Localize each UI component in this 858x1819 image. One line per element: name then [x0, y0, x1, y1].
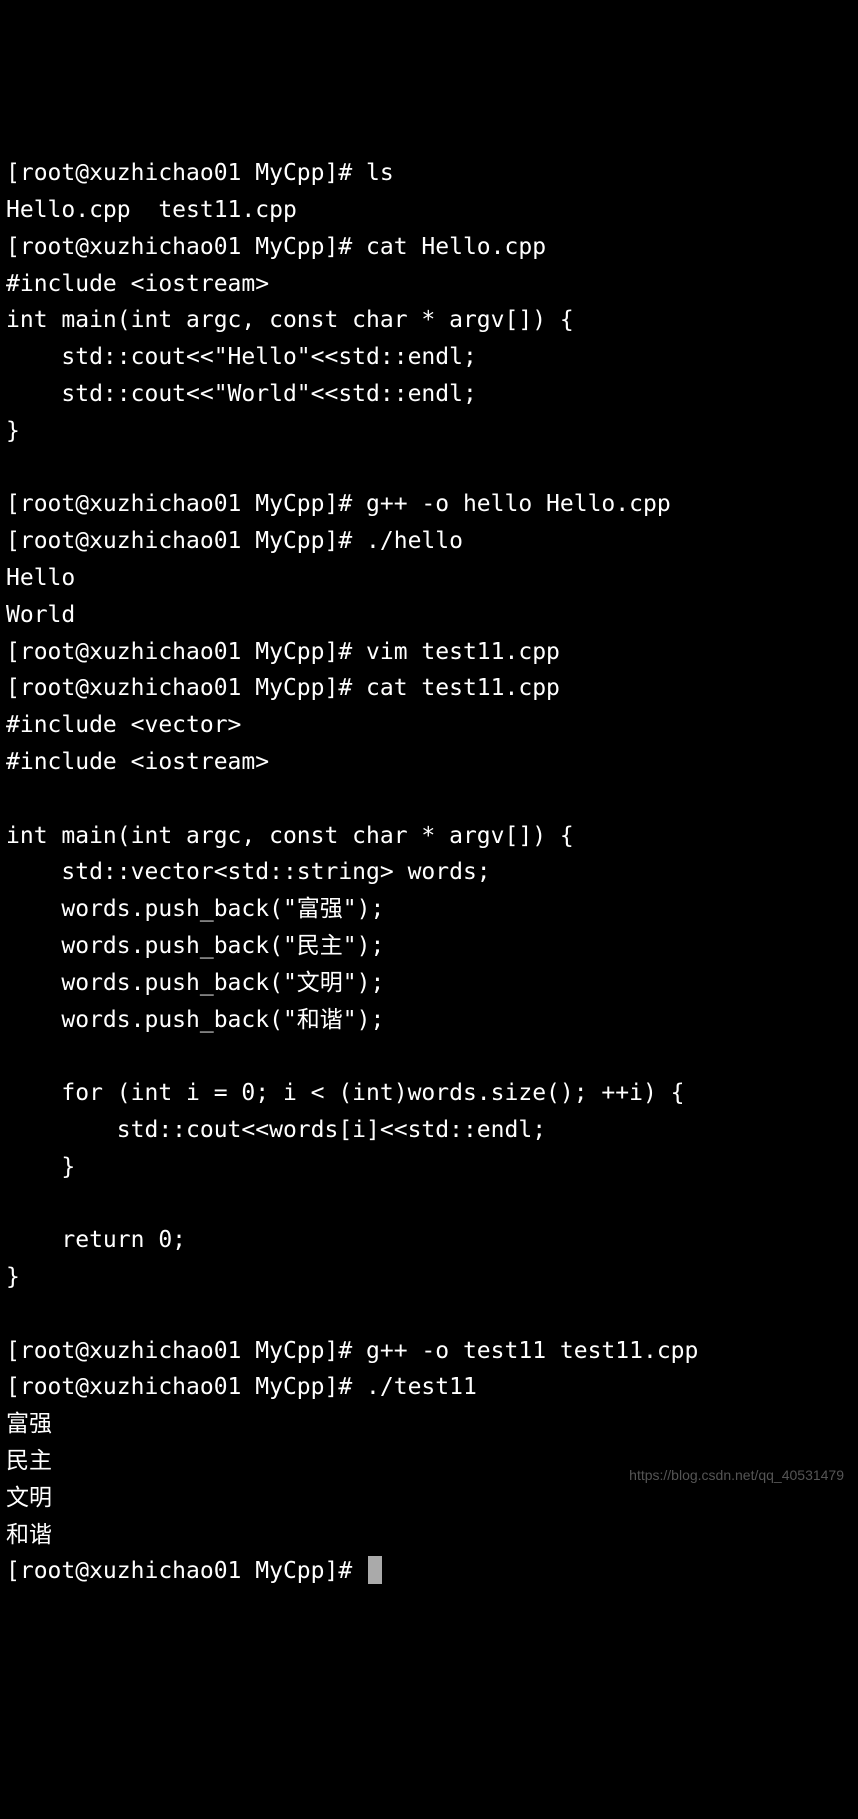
output-text: std::cout<<"World"<<std::endl;	[6, 381, 477, 407]
terminal-line: 富强	[6, 1406, 852, 1443]
output-text: std::cout<<"Hello"<<std::endl;	[6, 344, 477, 370]
terminal-line: [root@xuzhichao01 MyCpp]#	[6, 1553, 852, 1590]
output-text	[6, 1301, 20, 1327]
shell-prompt: [root@xuzhichao01 MyCpp]#	[6, 675, 366, 701]
output-text: int main(int argc, const char * argv[]) …	[6, 823, 574, 849]
output-text: #include <iostream>	[6, 271, 269, 297]
terminal-line: words.push_back("民主");	[6, 928, 852, 965]
shell-prompt: [root@xuzhichao01 MyCpp]#	[6, 160, 366, 186]
shell-command: cat Hello.cpp	[366, 234, 546, 260]
shell-prompt: [root@xuzhichao01 MyCpp]#	[6, 491, 366, 517]
terminal-line	[6, 781, 852, 818]
output-text	[6, 455, 20, 481]
terminal-line: }	[6, 413, 852, 450]
terminal-line: int main(int argc, const char * argv[]) …	[6, 818, 852, 855]
shell-command: vim test11.cpp	[366, 639, 560, 665]
output-text: words.push_back("民主");	[6, 933, 384, 959]
terminal-line: #include <iostream>	[6, 744, 852, 781]
output-text: 民主	[6, 1448, 52, 1474]
shell-prompt: [root@xuzhichao01 MyCpp]#	[6, 1338, 366, 1364]
shell-prompt: [root@xuzhichao01 MyCpp]#	[6, 528, 366, 554]
shell-command: ls	[366, 160, 394, 186]
terminal-line: words.push_back("富强");	[6, 891, 852, 928]
terminal-line: [root@xuzhichao01 MyCpp]# ./hello	[6, 523, 852, 560]
terminal-line	[6, 1038, 852, 1075]
terminal-line: [root@xuzhichao01 MyCpp]# vim test11.cpp	[6, 634, 852, 671]
output-text: return 0;	[6, 1227, 186, 1253]
terminal-line: std::vector<std::string> words;	[6, 854, 852, 891]
terminal-line: 和谐	[6, 1517, 852, 1554]
output-text: World	[6, 602, 75, 628]
shell-prompt: [root@xuzhichao01 MyCpp]#	[6, 234, 366, 260]
terminal-line: [root@xuzhichao01 MyCpp]# g++ -o hello H…	[6, 486, 852, 523]
shell-command: g++ -o hello Hello.cpp	[366, 491, 671, 517]
output-text: std::vector<std::string> words;	[6, 859, 491, 885]
terminal-line: }	[6, 1149, 852, 1186]
output-text	[6, 1043, 20, 1069]
output-text: }	[6, 1154, 75, 1180]
terminal-line: Hello.cpp test11.cpp	[6, 192, 852, 229]
terminal-line: Hello	[6, 560, 852, 597]
cursor	[368, 1556, 382, 1584]
output-text: #include <iostream>	[6, 749, 269, 775]
terminal-line: for (int i = 0; i < (int)words.size(); +…	[6, 1075, 852, 1112]
shell-prompt: [root@xuzhichao01 MyCpp]#	[6, 1558, 366, 1584]
output-text: std::cout<<words[i]<<std::endl;	[6, 1117, 546, 1143]
terminal-line: [root@xuzhichao01 MyCpp]# cat Hello.cpp	[6, 229, 852, 266]
output-text	[6, 1191, 20, 1217]
output-text: #include <vector>	[6, 712, 241, 738]
output-text: words.push_back("文明");	[6, 970, 384, 996]
shell-prompt: [root@xuzhichao01 MyCpp]#	[6, 639, 366, 665]
terminal-line: return 0;	[6, 1222, 852, 1259]
output-text	[6, 786, 20, 812]
output-text: Hello.cpp test11.cpp	[6, 197, 297, 223]
output-text: words.push_back("富强");	[6, 896, 384, 922]
terminal-line: [root@xuzhichao01 MyCpp]# g++ -o test11 …	[6, 1333, 852, 1370]
terminal-line: [root@xuzhichao01 MyCpp]# cat test11.cpp	[6, 670, 852, 707]
output-text: for (int i = 0; i < (int)words.size(); +…	[6, 1080, 685, 1106]
output-text: int main(int argc, const char * argv[]) …	[6, 307, 574, 333]
shell-command: cat test11.cpp	[366, 675, 560, 701]
terminal-line: World	[6, 597, 852, 634]
output-text: 文明	[6, 1485, 52, 1511]
terminal-line: [root@xuzhichao01 MyCpp]# ./test11	[6, 1369, 852, 1406]
output-text: 富强	[6, 1411, 52, 1437]
shell-command: ./hello	[366, 528, 463, 554]
output-text: 和谐	[6, 1522, 52, 1548]
terminal-line: #include <vector>	[6, 707, 852, 744]
terminal-line: }	[6, 1259, 852, 1296]
output-text: }	[6, 418, 20, 444]
terminal-line	[6, 1186, 852, 1223]
terminal-line	[6, 1296, 852, 1333]
terminal-line: int main(int argc, const char * argv[]) …	[6, 302, 852, 339]
watermark-text: https://blog.csdn.net/qq_40531479	[629, 1464, 844, 1486]
shell-command: g++ -o test11 test11.cpp	[366, 1338, 698, 1364]
output-text: Hello	[6, 565, 75, 591]
output-text: words.push_back("和谐");	[6, 1007, 384, 1033]
terminal-line	[6, 450, 852, 487]
terminal-line: words.push_back("文明");	[6, 965, 852, 1002]
terminal-line: #include <iostream>	[6, 266, 852, 303]
shell-prompt: [root@xuzhichao01 MyCpp]#	[6, 1374, 366, 1400]
output-text: }	[6, 1264, 20, 1290]
terminal-output[interactable]: [root@xuzhichao01 MyCpp]# ls Hello.cpp te…	[6, 155, 852, 1590]
terminal-line: std::cout<<"World"<<std::endl;	[6, 376, 852, 413]
terminal-line: std::cout<<words[i]<<std::endl;	[6, 1112, 852, 1149]
terminal-line: [root@xuzhichao01 MyCpp]# ls	[6, 155, 852, 192]
terminal-line: std::cout<<"Hello"<<std::endl;	[6, 339, 852, 376]
shell-command: ./test11	[366, 1374, 477, 1400]
terminal-line: words.push_back("和谐");	[6, 1002, 852, 1039]
